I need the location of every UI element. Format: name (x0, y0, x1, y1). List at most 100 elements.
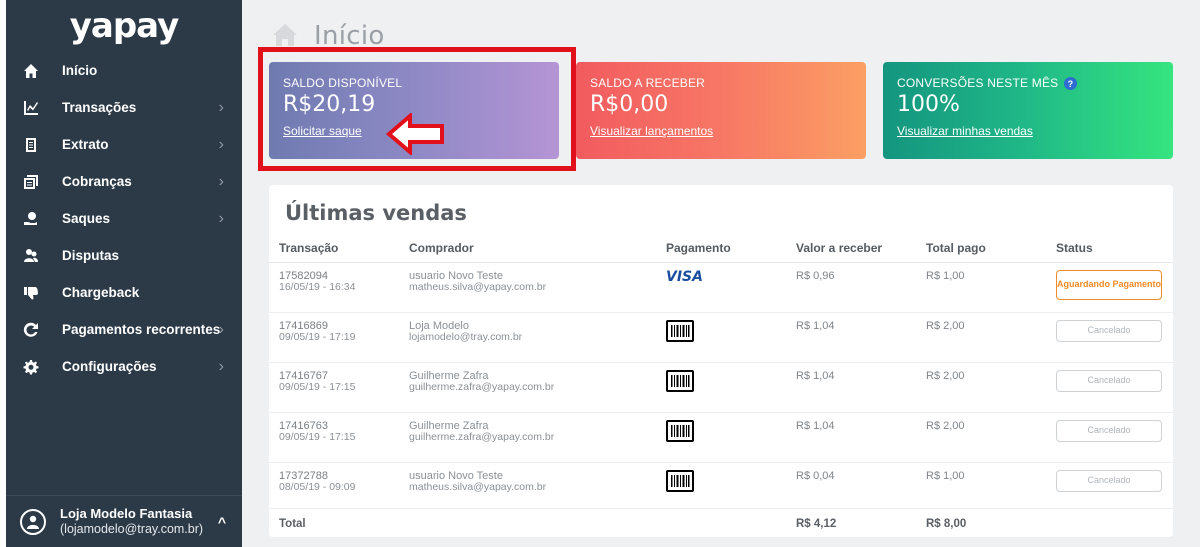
buyer-name: Guilherme Zafra (409, 419, 489, 432)
solicitar-saque-link[interactable]: Solicitar saque (283, 124, 362, 138)
table-row[interactable]: 17416869 09/05/19 - 17:19 Loja Modelo loja… (269, 312, 1173, 363)
barcode-icon (666, 369, 694, 392)
annotation-arrow-icon (386, 113, 444, 155)
column-header: Pagamento (656, 235, 786, 263)
coin-hand-icon (22, 210, 40, 228)
transaction-id: 17582094 (279, 269, 328, 282)
transaction-date: 16/05/19 - 16:34 (279, 280, 356, 293)
column-header: Valor a receber (786, 235, 916, 263)
buyer-name: Guilherme Zafra (409, 369, 489, 382)
user-avatar-icon (20, 508, 46, 535)
refresh-icon (22, 321, 40, 339)
sidebar-item-disputas[interactable]: Disputas (6, 237, 242, 274)
users-icon (22, 247, 40, 265)
card-value: 100% (897, 92, 960, 118)
user-email: (lojamodelo@tray.com.br) (60, 521, 204, 536)
buyer-email: lojamodelo@tray.com.br (409, 330, 523, 343)
table-row[interactable]: 17372788 08/05/19 - 09:09 usuario Novo Te… (269, 462, 1173, 509)
transaction-id: 17416869 (279, 319, 328, 332)
barcode-icon (666, 319, 694, 342)
buyer-email: guilherme.zafra@yapay.com.br (409, 380, 555, 393)
column-header: Comprador (399, 235, 656, 263)
sidebar-item-label: Extrato (62, 137, 109, 152)
page-header: Início (272, 21, 385, 51)
transaction-id: 17416767 (279, 369, 328, 382)
buyer-name: usuario Novo Teste (409, 269, 503, 282)
transaction-id: 17416763 (279, 419, 328, 432)
table-row[interactable]: 17416763 09/05/19 - 17:15 Guilherme Zafra… (269, 412, 1173, 463)
total-paid: R$ 2,00 (916, 312, 1046, 363)
sales-title: Últimas vendas (285, 201, 467, 225)
status-badge[interactable]: Cancelado (1056, 469, 1162, 492)
saldo-a-receber-card: SALDO A RECEBER R$0,00 Visualizar lançam… (576, 62, 866, 159)
visualizar-lancamentos-link[interactable]: Visualizar lançamentos (590, 124, 713, 138)
total-paid: R$ 1,00 (916, 262, 1046, 313)
column-header: Total pago (916, 235, 1046, 263)
ultimas-vendas-panel: Últimas vendas Transação Comprador Pagam… (269, 185, 1173, 537)
total-row: Total R$ 4,12 R$ 8,00 (269, 508, 1173, 538)
user-menu[interactable]: Loja Modelo Fantasia (lojamodelo@tray.co… (6, 495, 242, 547)
chevron-right-icon: › (218, 98, 224, 116)
conversoes-card: CONVERSÕES NESTE MÊS ? 100% Visualizar m… (883, 62, 1173, 159)
transaction-date: 09/05/19 - 17:15 (279, 380, 356, 393)
card-label: SALDO A RECEBER (590, 76, 706, 90)
buyer-email: guilherme.zafra@yapay.com.br (409, 430, 555, 443)
total-value-to-receive: R$ 4,12 (796, 517, 837, 530)
sidebar-item-chargeback[interactable]: Chargeback (6, 274, 242, 311)
yapay-logo[interactable]: yapay (6, 0, 242, 52)
user-name: Loja Modelo Fantasia (60, 505, 193, 521)
total-paid: R$ 2,00 (916, 362, 1046, 413)
status-badge[interactable]: Cancelado (1056, 419, 1162, 442)
sidebar-item-pagamentos-recorrentes[interactable]: Pagamentos recorrentes › (6, 311, 242, 348)
home-icon (22, 62, 40, 80)
sidebar-item-extrato[interactable]: Extrato › (6, 126, 242, 163)
sidebar-item-label: Disputas (62, 248, 120, 263)
thumbs-down-icon (22, 284, 40, 302)
sidebar-item-label: Transações (62, 100, 137, 115)
card-label: SALDO DISPONÍVEL (283, 76, 403, 90)
status-badge[interactable]: Cancelado (1056, 369, 1162, 392)
sidebar-item-inicio[interactable]: Início (6, 52, 242, 89)
page-title: Início (314, 21, 385, 51)
visualizar-vendas-link[interactable]: Visualizar minhas vendas (897, 124, 1033, 138)
buyer-email: matheus.silva@yapay.com.br (409, 280, 547, 293)
sidebar-item-label: Pagamentos recorrentes (62, 322, 221, 337)
chevron-up-icon[interactable]: ^ (218, 514, 226, 530)
value-to-receive: R$ 0,96 (786, 262, 916, 313)
status-badge[interactable]: Cancelado (1056, 319, 1162, 342)
value-to-receive: R$ 0,04 (786, 462, 916, 509)
transaction-date: 08/05/19 - 09:09 (279, 480, 356, 493)
value-to-receive: R$ 1,04 (786, 312, 916, 363)
transaction-date: 09/05/19 - 17:15 (279, 430, 356, 443)
sidebar: yapay Início Transações › Extrato › Cobr… (6, 0, 242, 547)
invoices-icon (22, 173, 40, 191)
column-header: Transação (269, 235, 399, 263)
value-to-receive: R$ 1,04 (786, 412, 916, 463)
barcode-icon (666, 469, 694, 492)
sidebar-item-label: Início (62, 63, 98, 78)
status-badge[interactable]: Aguardando Pagamento (1056, 269, 1162, 300)
transaction-id: 17372788 (279, 469, 328, 482)
sidebar-item-label: Cobranças (62, 174, 132, 189)
help-icon[interactable]: ? (1063, 77, 1077, 91)
sidebar-nav: Início Transações › Extrato › Cobranças … (6, 52, 242, 385)
sidebar-item-configuracoes[interactable]: Configurações › (6, 348, 242, 385)
sidebar-item-saques[interactable]: Saques › (6, 200, 242, 237)
visa-icon: VISA (666, 268, 703, 285)
document-icon (22, 136, 40, 154)
table-row[interactable]: 17416767 09/05/19 - 17:15 Guilherme Zafra… (269, 362, 1173, 413)
chart-icon (22, 99, 40, 117)
card-label: CONVERSÕES NESTE MÊS ? (897, 76, 1159, 91)
sidebar-item-label: Chargeback (62, 285, 140, 300)
table-row[interactable]: 17582094 16/05/19 - 16:34 usuario Novo Te… (269, 262, 1173, 313)
total-paid: R$ 1,00 (916, 462, 1046, 509)
buyer-email: matheus.silva@yapay.com.br (409, 480, 547, 493)
chevron-right-icon: › (218, 357, 224, 375)
sales-table: Transação Comprador Pagamento Valor a re… (269, 235, 1173, 538)
sidebar-item-cobrancas[interactable]: Cobranças › (6, 163, 242, 200)
gear-icon (22, 358, 40, 376)
sidebar-item-transacoes[interactable]: Transações › (6, 89, 242, 126)
chevron-right-icon: › (218, 172, 224, 190)
total-paid: R$ 2,00 (916, 412, 1046, 463)
chevron-right-icon: › (218, 320, 224, 338)
